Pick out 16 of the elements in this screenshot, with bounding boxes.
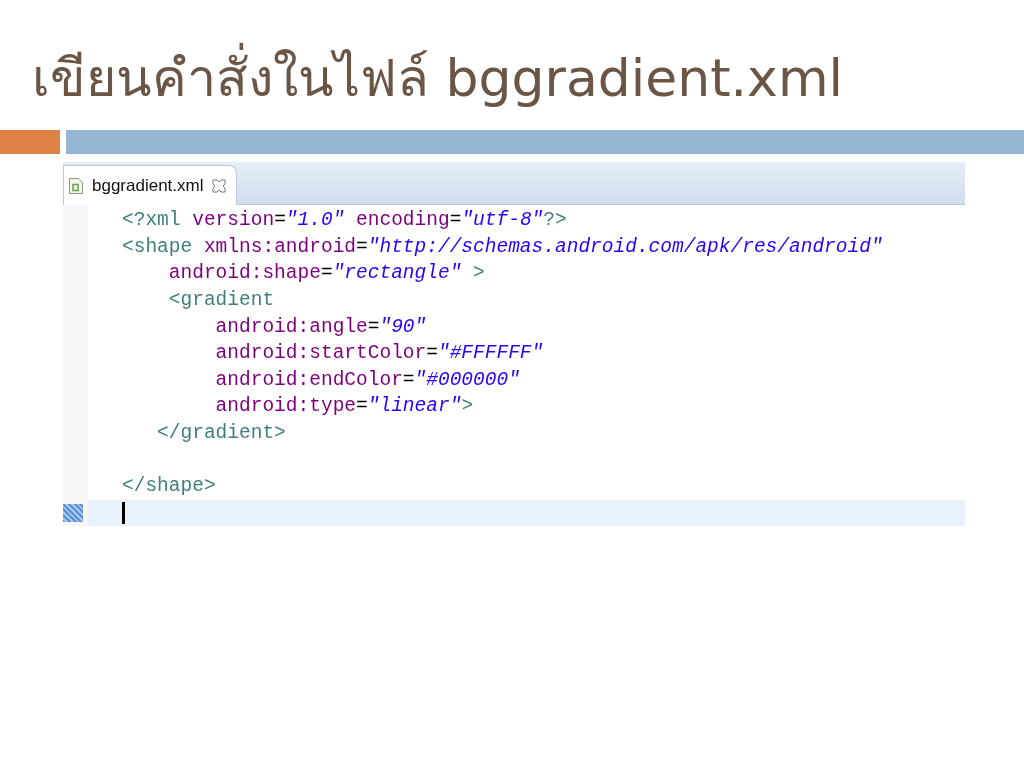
code-line: android:startColor="#FFFFFF" xyxy=(214,341,544,366)
code-line: android:angle="90" xyxy=(214,314,427,339)
code-line: <gradient xyxy=(167,288,275,313)
code-line: <?xml version="1.0" encoding="utf-8"?> xyxy=(122,208,567,233)
close-icon[interactable] xyxy=(211,178,226,193)
code-line: android:shape="rectangle" > xyxy=(167,261,485,286)
code-line: <shape xmlns:android="http://schemas.android.com/apk/res/android" xyxy=(122,234,883,259)
accent-bar xyxy=(0,130,60,154)
editor-tab[interactable]: bggradient.xml xyxy=(63,165,237,205)
text-cursor xyxy=(122,501,125,524)
code-line: </shape> xyxy=(122,474,216,499)
slide-title: เขียนคำสั่งในไฟล์ bggradient.xml xyxy=(0,0,843,108)
code-line: android:type="linear"> xyxy=(214,394,474,419)
code-line: android:endColor="#000000" xyxy=(214,367,520,392)
code-line: </gradient> xyxy=(156,421,286,446)
file-icon xyxy=(68,176,84,195)
